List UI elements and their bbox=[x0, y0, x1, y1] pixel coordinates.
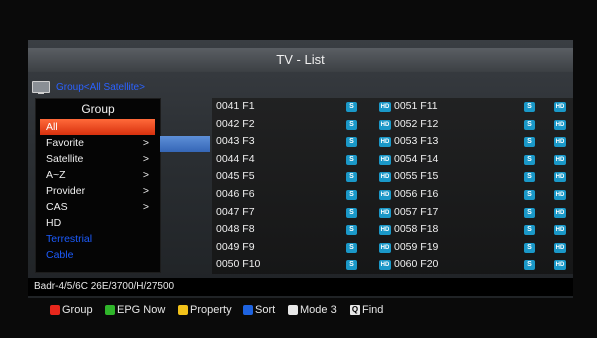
hd-icon: HD bbox=[379, 102, 391, 112]
scrambled-icon: S bbox=[524, 189, 535, 200]
scrambled-icon: S bbox=[524, 207, 535, 218]
hd-icon: HD bbox=[554, 225, 566, 236]
scrambled-icon: S bbox=[346, 225, 357, 236]
mode-key[interactable]: Mode 3 bbox=[288, 304, 337, 316]
group-panel-title: Group bbox=[81, 102, 115, 116]
channel-row[interactable]: 0041 F1 S HD bbox=[216, 98, 392, 116]
red-key-icon bbox=[50, 305, 60, 315]
scrambled-icon: S bbox=[346, 207, 357, 218]
scrambled-icon: S bbox=[524, 102, 535, 112]
group-item-all[interactable]: All bbox=[40, 119, 155, 135]
channel-row[interactable]: 0048 F8 S HD bbox=[216, 221, 392, 239]
hd-icon: HD bbox=[554, 102, 566, 112]
channel-list: 0041 F1 S HD 0042 F2 S HD 0043 F3 S HD 0044 F4… bbox=[212, 98, 573, 274]
channel-row[interactable]: 0057 F17 S HD bbox=[394, 204, 570, 222]
hd-icon: HD bbox=[554, 137, 566, 148]
chevron-right-icon: > bbox=[142, 169, 149, 181]
channel-row[interactable]: 0058 F18 S HD bbox=[394, 221, 570, 239]
white-key-icon bbox=[288, 305, 298, 315]
channel-row[interactable]: 0059 F19 S HD bbox=[394, 239, 570, 257]
hd-icon: HD bbox=[379, 242, 391, 253]
window-title: TV - List bbox=[28, 48, 573, 72]
channel-row[interactable]: 0056 F16 S HD bbox=[394, 186, 570, 204]
hd-icon: HD bbox=[554, 189, 566, 200]
group-item-a-z[interactable]: A~Z > bbox=[40, 167, 155, 183]
hd-icon: HD bbox=[379, 154, 391, 165]
chevron-right-icon: > bbox=[142, 153, 149, 165]
chevron-right-icon: > bbox=[142, 185, 149, 197]
hd-icon: HD bbox=[379, 260, 391, 271]
scrambled-icon: S bbox=[524, 154, 535, 165]
green-key-icon bbox=[105, 305, 115, 315]
property-key[interactable]: Property bbox=[178, 304, 232, 316]
group-header-label: Group<All Satellite> bbox=[56, 81, 145, 93]
scrambled-icon: S bbox=[346, 260, 357, 271]
group-item-terrestrial: Terrestrial bbox=[46, 233, 93, 245]
channel-row[interactable]: 0044 F4 S HD bbox=[216, 151, 392, 169]
scrambled-icon: S bbox=[524, 225, 535, 236]
search-icon: Q bbox=[350, 305, 360, 315]
hd-icon: HD bbox=[554, 119, 566, 130]
scrambled-icon: S bbox=[346, 189, 357, 200]
scrambled-icon: S bbox=[346, 242, 357, 253]
channel-row[interactable]: 0047 F7 S HD bbox=[216, 204, 392, 222]
hd-icon: HD bbox=[554, 154, 566, 165]
hd-icon: HD bbox=[554, 242, 566, 253]
channel-column-left: 0041 F1 S HD 0042 F2 S HD 0043 F3 S HD 0044 F4… bbox=[216, 98, 392, 274]
scrambled-icon: S bbox=[346, 137, 357, 148]
epg-now-key[interactable]: EPG Now bbox=[105, 304, 165, 316]
transponder-info: Badr-4/5/6C 26E/3700/H/27500 bbox=[28, 278, 573, 296]
group-item-cas[interactable]: CAS > bbox=[40, 199, 155, 215]
chevron-right-icon: > bbox=[142, 137, 149, 149]
group-item-satellite[interactable]: Satellite > bbox=[40, 151, 155, 167]
group-header: Group<All Satellite> bbox=[32, 78, 145, 96]
hd-icon: HD bbox=[379, 207, 391, 218]
channel-row[interactable]: 0049 F9 S HD bbox=[216, 239, 392, 257]
tv-icon bbox=[32, 80, 50, 94]
channel-row[interactable]: 0055 F15 S HD bbox=[394, 168, 570, 186]
scrambled-icon: S bbox=[346, 154, 357, 165]
blue-key-icon bbox=[243, 305, 253, 315]
channel-row[interactable]: 0045 F5 S HD bbox=[216, 168, 392, 186]
channel-row[interactable]: 0043 F3 S HD bbox=[216, 133, 392, 151]
footer-keys: Group EPG Now Property Sort Mode 3 Q Fin… bbox=[28, 298, 573, 322]
channel-row[interactable]: 0042 F2 S HD bbox=[216, 116, 392, 134]
channel-row[interactable]: 0050 F10 S HD bbox=[216, 256, 392, 274]
hd-icon: HD bbox=[379, 189, 391, 200]
hd-icon: HD bbox=[379, 137, 391, 148]
yellow-key-icon bbox=[178, 305, 188, 315]
channel-row[interactable]: 0052 F12 S HD bbox=[394, 116, 570, 134]
hd-icon: HD bbox=[554, 207, 566, 218]
scrambled-icon: S bbox=[346, 172, 357, 183]
channel-row[interactable]: 0051 F11 S HD bbox=[394, 98, 570, 116]
group-item-favorite[interactable]: Favorite > bbox=[40, 135, 155, 151]
chevron-right-icon: > bbox=[142, 201, 149, 213]
hd-icon: HD bbox=[554, 260, 566, 271]
scrambled-icon: S bbox=[524, 242, 535, 253]
group-item-hd[interactable]: HD bbox=[40, 215, 155, 231]
channel-row[interactable]: 0053 F13 S HD bbox=[394, 133, 570, 151]
scrambled-icon: S bbox=[524, 137, 535, 148]
channel-row[interactable]: 0046 F6 S HD bbox=[216, 186, 392, 204]
scrambled-icon: S bbox=[346, 102, 357, 112]
selection-cursor bbox=[160, 136, 210, 152]
group-item-cable: Cable bbox=[46, 249, 74, 261]
scrambled-icon: S bbox=[524, 119, 535, 130]
scrambled-icon: S bbox=[346, 119, 357, 130]
find-key[interactable]: Q Find bbox=[350, 304, 383, 316]
scrambled-icon: S bbox=[524, 172, 535, 183]
scrambled-icon: S bbox=[524, 260, 535, 271]
channel-row[interactable]: 0060 F20 S HD bbox=[394, 256, 570, 274]
group-key[interactable]: Group bbox=[50, 304, 93, 316]
hd-icon: HD bbox=[379, 119, 391, 130]
group-item-provider[interactable]: Provider > bbox=[40, 183, 155, 199]
group-panel: Group All Favorite > Satellite > A~Z > Prov… bbox=[35, 98, 161, 273]
channel-row[interactable]: 0054 F14 S HD bbox=[394, 151, 570, 169]
channel-column-right: 0051 F11 S HD 0052 F12 S HD 0053 F13 S HD 0054… bbox=[394, 98, 570, 274]
sort-key[interactable]: Sort bbox=[243, 304, 275, 316]
hd-icon: HD bbox=[379, 172, 391, 183]
hd-icon: HD bbox=[554, 172, 566, 183]
hd-icon: HD bbox=[379, 225, 391, 236]
